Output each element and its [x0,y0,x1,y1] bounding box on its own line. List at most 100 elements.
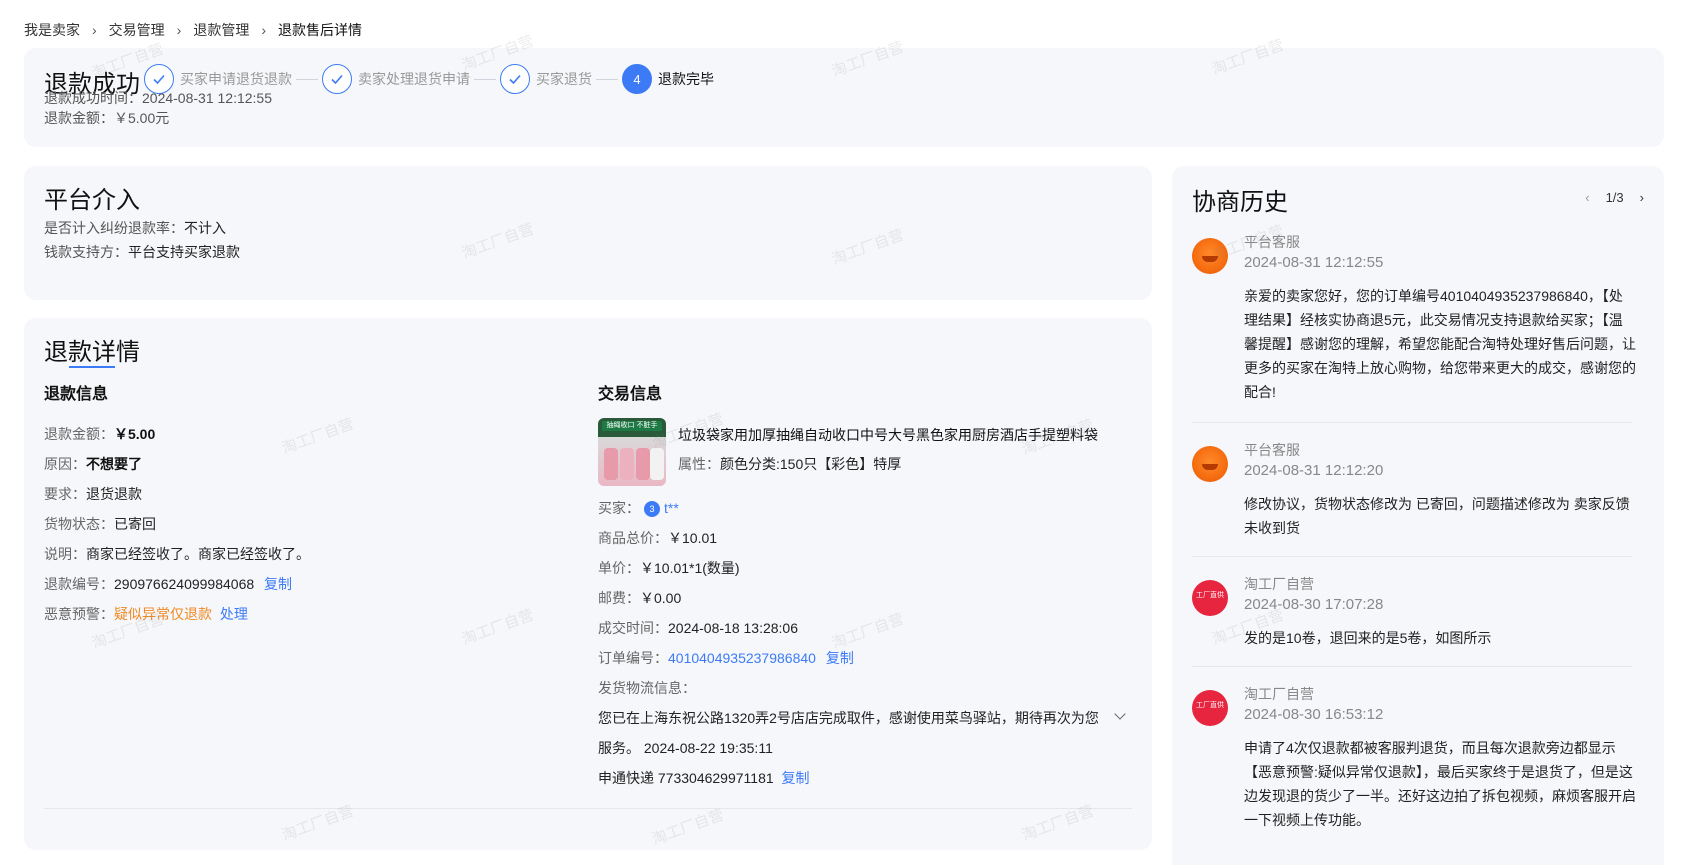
message-divider [1192,556,1632,557]
row-value: 退货退款 [86,486,142,502]
breadcrumb-current: 退款售后详情 [278,22,363,38]
page-indicator: 1/3 [1605,190,1624,205]
express-row: 申通快递 773304629971181 复制 [598,768,810,788]
message-time: 2024-08-30 16:53:12 [1244,706,1384,723]
handle-warning-link[interactable]: 处理 [220,606,248,622]
refund-time-value: 2024-08-31 12:12:55 [142,90,272,106]
postage-row: 邮费：￥0.00 [598,588,681,608]
message-body: 申请了4次仅退款都被客服判退货，而且每次退款旁边都显示 【恶意预警:疑似异常仅退… [1244,736,1644,832]
dispute-rate: 是否计入纠纷退款率：不计入 [44,218,226,238]
history-message: 平台客服 2024-08-31 12:12:55 亲爱的卖家您好，您的订单编号4… [1192,232,1644,412]
buyer-avatar: 3 [644,501,660,518]
request-row: 要求：退货退款 [44,484,142,504]
history-pager: ‹ 1/3 › [1585,190,1644,205]
refund-no-row: 退款编号：290976624099984068 复制 [44,574,292,594]
message-time: 2024-08-31 12:12:55 [1244,254,1384,271]
message-line: 理结果】经核实协商退5元，此交易情况支持退款给买家；【温 [1244,312,1623,328]
message-line: 申请了4次仅退款都被客服判退货，而且每次退款旁边都显示 [1244,740,1616,756]
row-label: 退款编号： [44,576,114,592]
buyer-link[interactable]: t** [664,500,679,516]
history-title: 协商历史 [1192,189,1288,216]
message-time: 2024-08-31 12:12:20 [1244,462,1384,479]
message-divider [1192,422,1632,423]
breadcrumb-trade[interactable]: 交易管理 [109,20,165,40]
order-no-link[interactable]: 4010404935237986840 [668,650,816,666]
message-time: 2024-08-30 17:07:28 [1244,596,1384,613]
next-page-button[interactable]: › [1640,190,1644,205]
row-label: 恶意预警： [44,606,114,622]
row-value: ￥5.00 [114,426,156,442]
step-label: 买家退货 [536,71,592,87]
dispute-rate-label: 是否计入纠纷退款率： [44,220,184,236]
logistics-label: 发货物流信息： [598,680,696,696]
refund-info-heading: 退款信息 [44,386,109,403]
logistics-line-2: 服务。 2024-08-22 19:35:11 [598,740,773,756]
message-body: 亲爱的卖家您好，您的订单编号4010404935237986840，【处 理结果… [1244,284,1644,404]
message-author: 平台客服 [1244,234,1300,250]
title-underline [69,366,115,368]
row-label: 退款金额： [44,426,114,442]
step-label: 卖家处理退货申请 [358,71,470,87]
message-line: 修改协议，货物状态修改为 已寄回，问题描述修改为 卖家反馈 [1244,496,1630,512]
step-label: 买家申请退货退款 [180,71,292,87]
row-value: 不想要了 [86,456,142,472]
row-value: 已寄回 [114,516,156,532]
history-message: 工厂直供 淘工厂自营 2024-08-30 17:07:28 发的是10卷，退回… [1192,574,1644,654]
warning-value: 疑似异常仅退款 [114,606,212,622]
refund-amount-label: 退款金额： [44,110,114,126]
message-line: 更多的买家在淘特上放心购物，给您带来更大的成交，感谢您的 [1244,360,1636,376]
product-thumbnail[interactable]: 抽绳收口 不脏手 [598,418,666,486]
row-value: 2024-08-18 13:28:06 [668,620,798,636]
unit-price-row: 单价：￥10.01*1(数量) [598,558,740,578]
warning-row: 恶意预警：疑似异常仅退款 处理 [44,604,248,624]
row-label: 买家： [598,500,640,516]
reason-row: 原因：不想要了 [44,454,142,474]
store-avatar-text: 工厂直供 [1196,592,1224,599]
breadcrumb: 我是卖家 › 交易管理 › 退款管理 › 退款售后详情 [24,20,362,40]
message-line: 未收到货 [1244,520,1300,536]
chevron-right-icon: › [92,22,97,38]
total-row: 商品总价：￥10.01 [598,528,717,548]
logistics-line-1: 您已在上海东祝公路1320弄2号店店完成取件，感谢使用菜鸟驿站，期待再次为您 [598,710,1099,726]
message-line: 一下视频上传功能。 [1244,812,1370,828]
trade-info-heading: 交易信息 [598,386,663,403]
bag-shape [636,448,650,480]
refund-amount-row: 退款金额：￥5.00 [44,424,155,444]
deal-time-row: 成交时间：2024-08-18 13:28:06 [598,618,798,638]
row-value: 290976624099984068 [114,576,255,592]
step-2: 卖家处理退货申请 [322,64,470,94]
negotiation-history-panel: 协商历史 ‹ 1/3 › 平台客服 2024-08-31 12:12:55 亲爱… [1172,166,1664,865]
row-value: 商家已经签收了。商家已经签收了。 [86,546,310,562]
thumbnail-banner: 抽绳收口 不脏手 [602,421,662,431]
breadcrumb-seller[interactable]: 我是卖家 [24,20,80,40]
row-value: ￥0.00 [640,590,682,606]
step-3: 买家退货 [500,64,592,94]
message-line: 边发现退的货少了一半。还好这边拍了拆包视频，麻烦客服开启 [1244,788,1636,804]
bag-shape [604,448,618,480]
copy-express-link[interactable]: 复制 [782,770,810,786]
step-number: 4 [622,64,652,94]
detail-title: 退款详情 [44,332,140,367]
prev-page-button[interactable]: ‹ [1585,190,1589,205]
refund-time: 退款成功时间：2024-08-31 12:12:55 [44,88,272,108]
copy-order-no-link[interactable]: 复制 [826,650,854,666]
history-message: 平台客服 2024-08-31 12:12:20 修改协议，货物状态修改为 已寄… [1192,440,1644,540]
row-label: 邮费： [598,590,640,606]
row-label: 说明： [44,546,86,562]
message-body: 发的是10卷，退回来的是5卷，如图所示 [1244,626,1644,650]
payer: 钱款支持方：平台支持买家退款 [44,242,240,262]
detail-title-part2: 详情 [92,339,140,366]
row-value: 颜色分类:150只【彩色】特厚 [720,456,902,472]
copy-refund-no-link[interactable]: 复制 [264,576,292,592]
detail-title-part1: 退款 [44,339,92,366]
dispute-rate-value: 不计入 [184,220,226,236]
product-title[interactable]: 垃圾袋家用加厚抽绳自动收口中号大号黑色家用厨房酒店手提塑料袋 [678,425,1098,445]
chevron-down-icon[interactable] [1114,708,1126,720]
row-label: 单价： [598,560,640,576]
row-label: 商品总价： [598,530,668,546]
step-4: 4 退款完毕 [622,64,714,94]
message-line: 【恶意预警:疑似异常仅退款】，最后买家终于是退货了，但是这 [1244,764,1633,780]
payer-value: 平台支持买家退款 [128,244,240,260]
message-line: 亲爱的卖家您好，您的订单编号4010404935237986840，【处 [1244,288,1623,304]
breadcrumb-refund[interactable]: 退款管理 [193,20,249,40]
